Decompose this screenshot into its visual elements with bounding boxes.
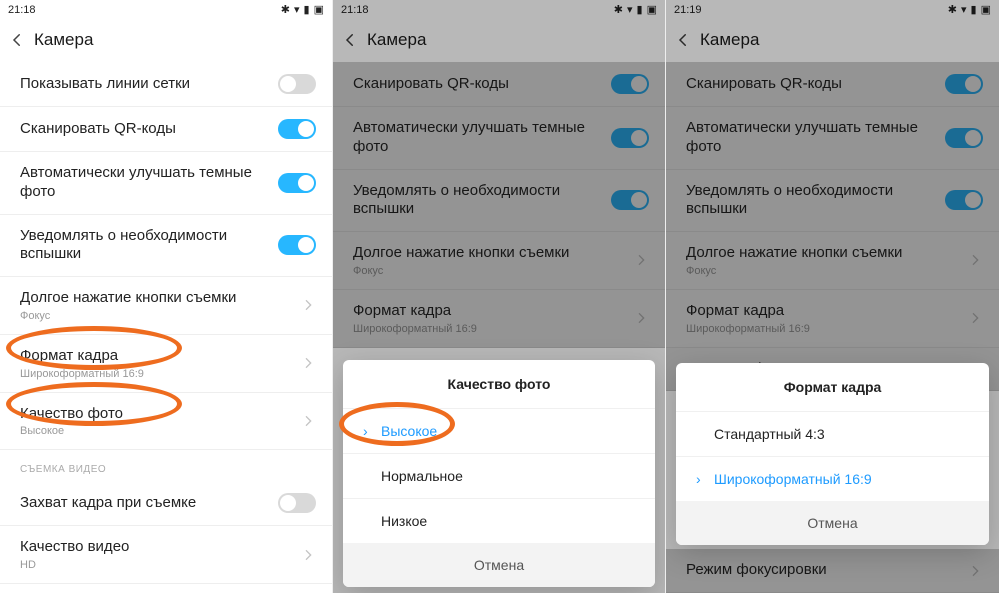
screenshot-2: 21:18 ✱ ▾ ▮ ▣ Камера Сканировать QR-коды [333,0,666,593]
status-bar: 21:18 ✱ ▾ ▮ ▣ [0,0,332,18]
option-label: Стандартный 4:3 [714,426,825,442]
chevron-left-icon [8,31,26,49]
option-label: Нормальное [381,468,463,484]
row-sublabel: Широкоформатный 16:9 [20,368,144,380]
option-label: Широкоформатный 16:9 [714,471,872,487]
toggle-flash[interactable] [278,235,316,255]
row-sublabel: Фокус [20,310,236,322]
row-flash[interactable]: Уведомлять о необходимости вспышки [0,215,332,278]
row-qr[interactable]: Сканировать QR-коды [0,107,332,152]
option-high[interactable]: › Высокое [343,408,655,453]
row-longpress[interactable]: Долгое нажатие кнопки съемки Фокус [0,277,332,335]
page-title: Камера [34,30,93,50]
row-label: Сканировать QR-коды [20,120,176,139]
chevron-right-icon [300,297,316,313]
sheet-photo-quality: Качество фото › Высокое › Нормальное › Н… [343,360,655,587]
row-label: Автоматически улучшать темные фото [20,164,270,202]
toggle-enhance[interactable] [278,173,316,193]
row-label: Качество фото [20,405,123,424]
section-video: СЪЕМКА ВИДЕО [0,450,332,481]
row-label: Захват кадра при съемке [20,494,196,513]
screenshot-1: 21:18 ✱ ▾ ▮ ▣ Камера Показывать линии се… [0,0,333,593]
status-icons: ✱ ▾ ▮ ▣ [281,5,324,16]
row-video-quality[interactable]: Качество видео HD [0,526,332,584]
toggle-qr[interactable] [278,119,316,139]
row-label: Уведомлять о необходимости вспышки [20,227,270,265]
option-4-3[interactable]: › Стандартный 4:3 [676,411,989,456]
option-label: Низкое [381,513,427,529]
check-icon: › [696,471,708,487]
option-low[interactable]: › Низкое [343,498,655,543]
check-icon: › [363,423,375,439]
sheet-title: Формат кадра [676,363,989,411]
row-capture-frame[interactable]: Захват кадра при съемке [0,481,332,526]
screenshot-3: 21:19 ✱ ▾ ▮ ▣ Камера Сканировать QR-коды [666,0,999,593]
toggle-capture-frame[interactable] [278,493,316,513]
option-16-9[interactable]: › Широкоформатный 16:9 [676,456,989,501]
toggle-grid[interactable] [278,74,316,94]
wifi-icon: ▾ [294,5,300,16]
row-label: Качество видео [20,538,129,557]
row-label: Долгое нажатие кнопки съемки [20,289,236,308]
status-time: 21:18 [8,4,36,16]
option-normal[interactable]: › Нормальное [343,453,655,498]
row-sublabel: Высокое [20,425,123,437]
back-button[interactable] [6,29,28,51]
sheet-aspect-ratio: Формат кадра › Стандартный 4:3 › Широкоф… [676,363,989,545]
signal-icon: ▮ [304,5,310,16]
row-grid-lines[interactable]: Показывать линии сетки [0,62,332,107]
battery-icon: ▣ [314,5,324,16]
cancel-button[interactable]: Отмена [676,501,989,545]
row-enhance[interactable]: Автоматически улучшать темные фото [0,152,332,215]
row-label: Показывать линии сетки [20,75,190,94]
option-label: Высокое [381,423,437,439]
chevron-right-icon [300,413,316,429]
cancel-button[interactable]: Отмена [343,543,655,587]
row-label: Формат кадра [20,347,144,366]
app-bar: Камера [0,18,332,62]
chevron-right-icon [300,547,316,563]
row-aspect-ratio[interactable]: Формат кадра Широкоформатный 16:9 [0,335,332,393]
bluetooth-icon: ✱ [281,5,290,16]
sheet-title: Качество фото [343,360,655,408]
chevron-right-icon [300,355,316,371]
row-sublabel: HD [20,559,129,571]
row-photo-quality[interactable]: Качество фото Высокое [0,393,332,451]
